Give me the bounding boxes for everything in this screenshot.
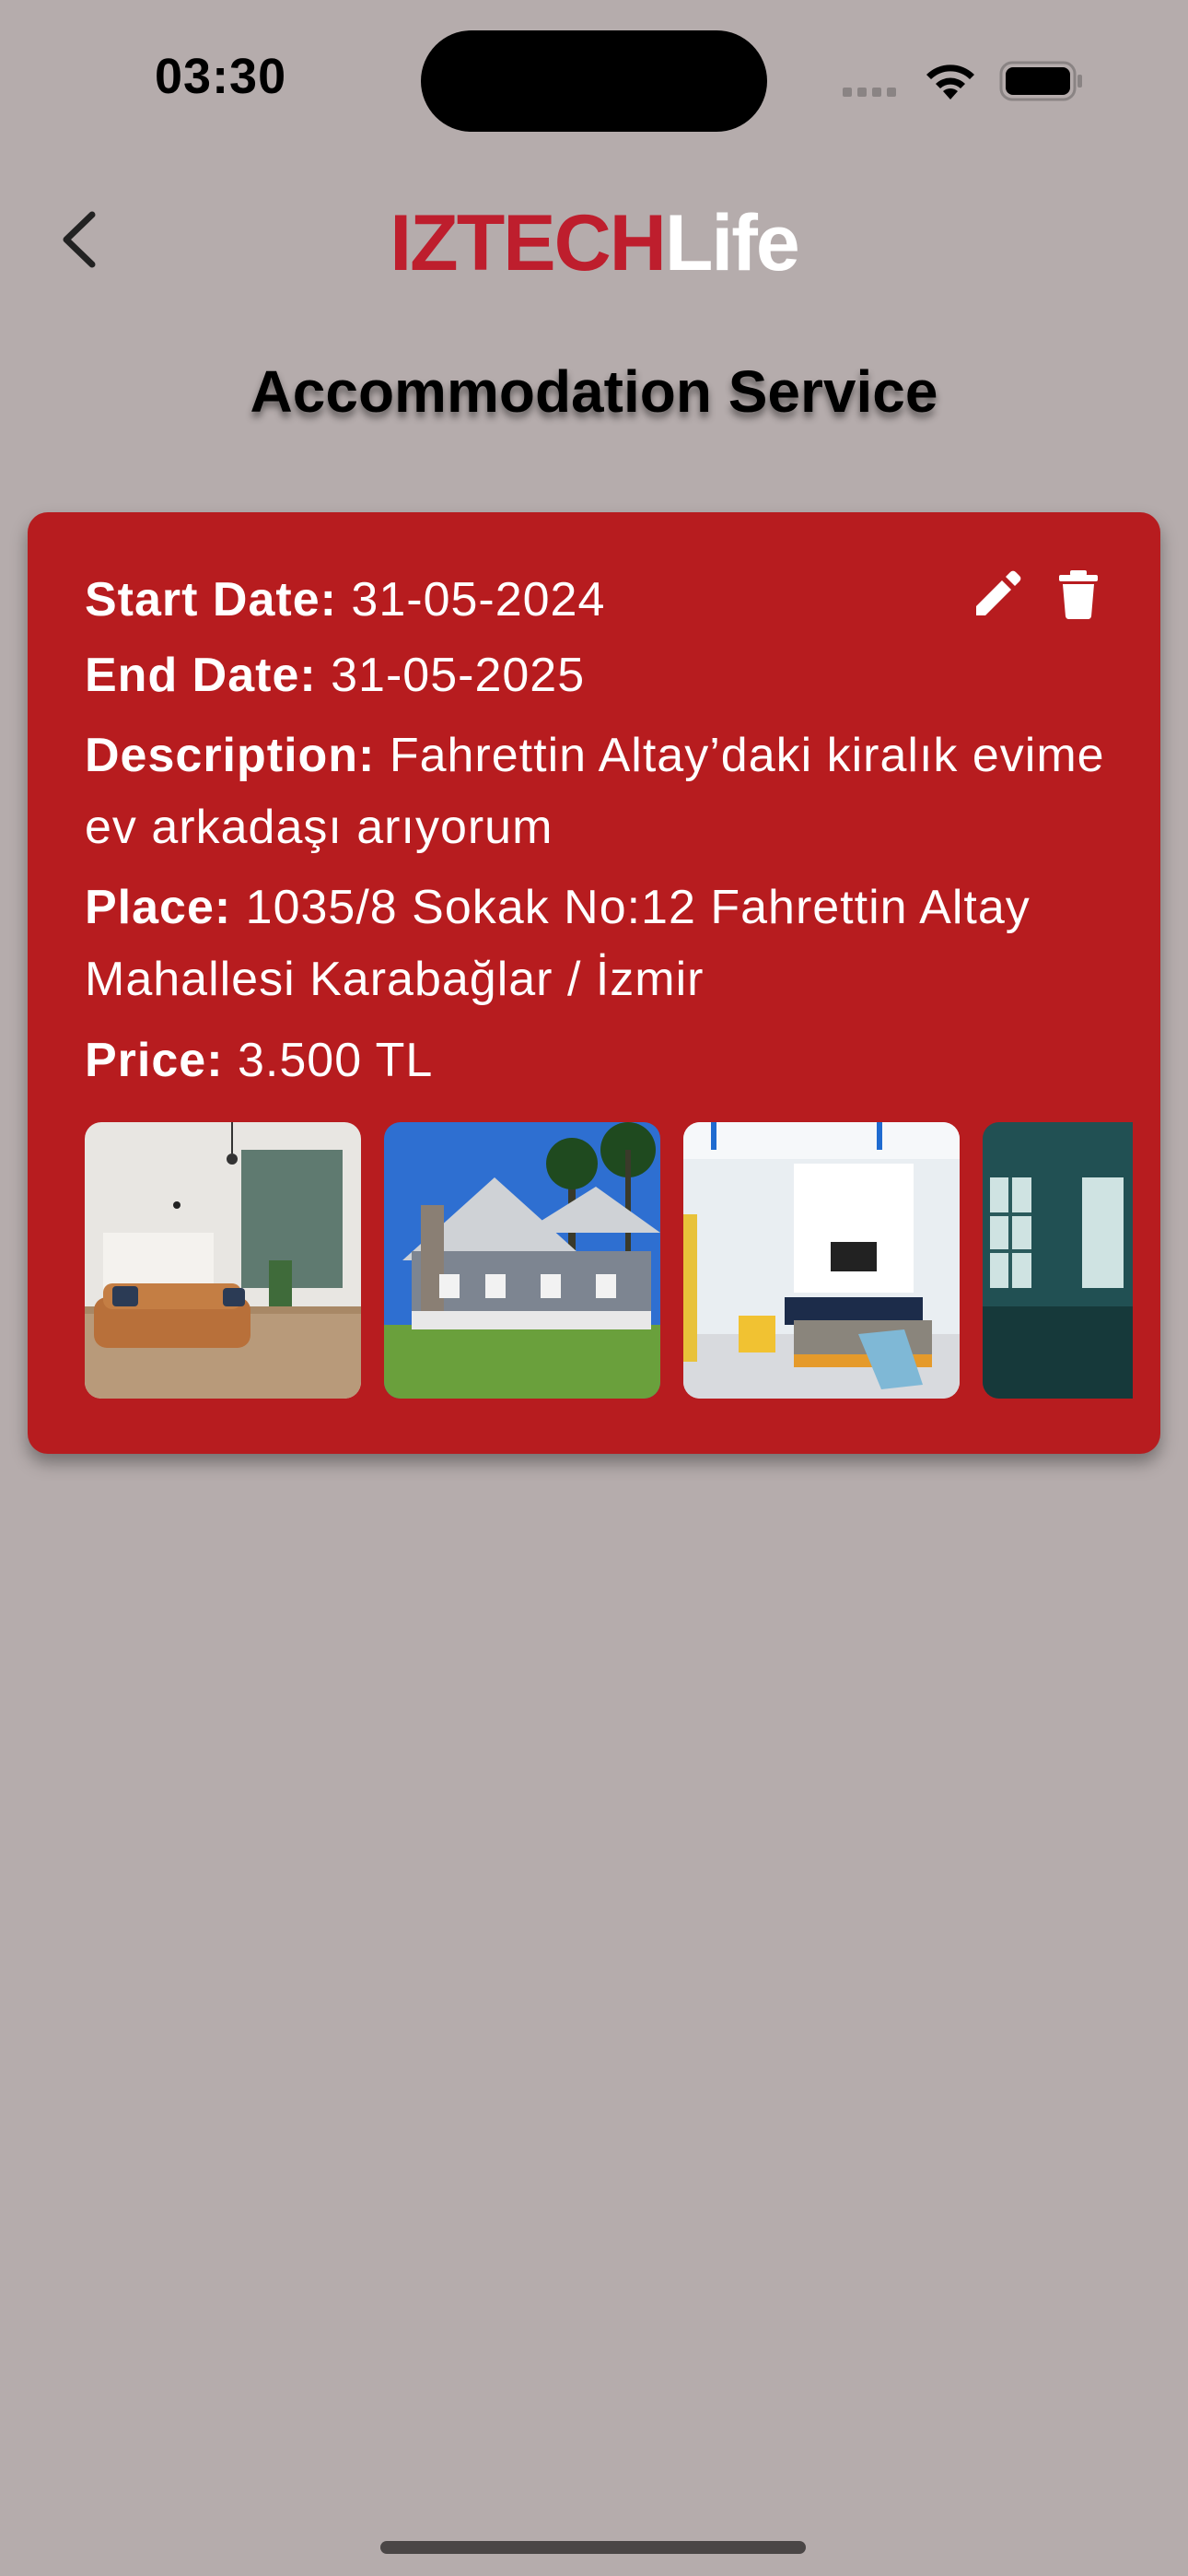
logo-life: Life bbox=[664, 199, 800, 287]
photo-living-room[interactable] bbox=[85, 1122, 361, 1399]
home-indicator[interactable] bbox=[380, 2541, 806, 2554]
battery-icon bbox=[999, 61, 1082, 101]
place-row: Place: 1035/8 Sokak No:12 Fahrettin Alta… bbox=[85, 872, 1125, 1015]
listing-card[interactable]: Start Date: 31-05-2024 End Date: 31-05-2… bbox=[28, 512, 1160, 1454]
description-label: Description: bbox=[85, 729, 376, 782]
description-row: Description: Fahrettin Altay’daki kiralı… bbox=[85, 720, 1125, 863]
end-date-row: End Date: 31-05-2025 bbox=[85, 639, 1125, 711]
price-value: 3.500 TL bbox=[237, 1034, 434, 1087]
start-date-label: Start Date: bbox=[85, 573, 337, 626]
app-logo: IZTECHLife bbox=[0, 198, 1188, 289]
cellular-signal-icon bbox=[843, 85, 902, 101]
price-row: Price: 3.500 TL bbox=[85, 1025, 1125, 1096]
status-time: 03:30 bbox=[155, 49, 287, 104]
dynamic-island bbox=[421, 30, 767, 132]
start-date-row: Start Date: 31-05-2024 bbox=[85, 564, 1125, 636]
photo-window-room[interactable] bbox=[983, 1122, 1133, 1399]
start-date-value: 31-05-2024 bbox=[351, 573, 606, 626]
end-date-label: End Date: bbox=[85, 649, 317, 702]
wifi-icon bbox=[926, 64, 974, 100]
end-date-value: 31-05-2025 bbox=[331, 649, 586, 702]
photo-bedroom[interactable] bbox=[683, 1122, 960, 1399]
logo-iztech: IZTECH bbox=[390, 199, 667, 287]
place-label: Place: bbox=[85, 881, 232, 934]
price-label: Price: bbox=[85, 1034, 224, 1087]
status-bar: 03:30 bbox=[0, 0, 1188, 157]
page-title: Accommodation Service bbox=[250, 358, 938, 425]
photo-house-exterior[interactable] bbox=[384, 1122, 660, 1399]
photo-gallery[interactable] bbox=[85, 1122, 1133, 1399]
